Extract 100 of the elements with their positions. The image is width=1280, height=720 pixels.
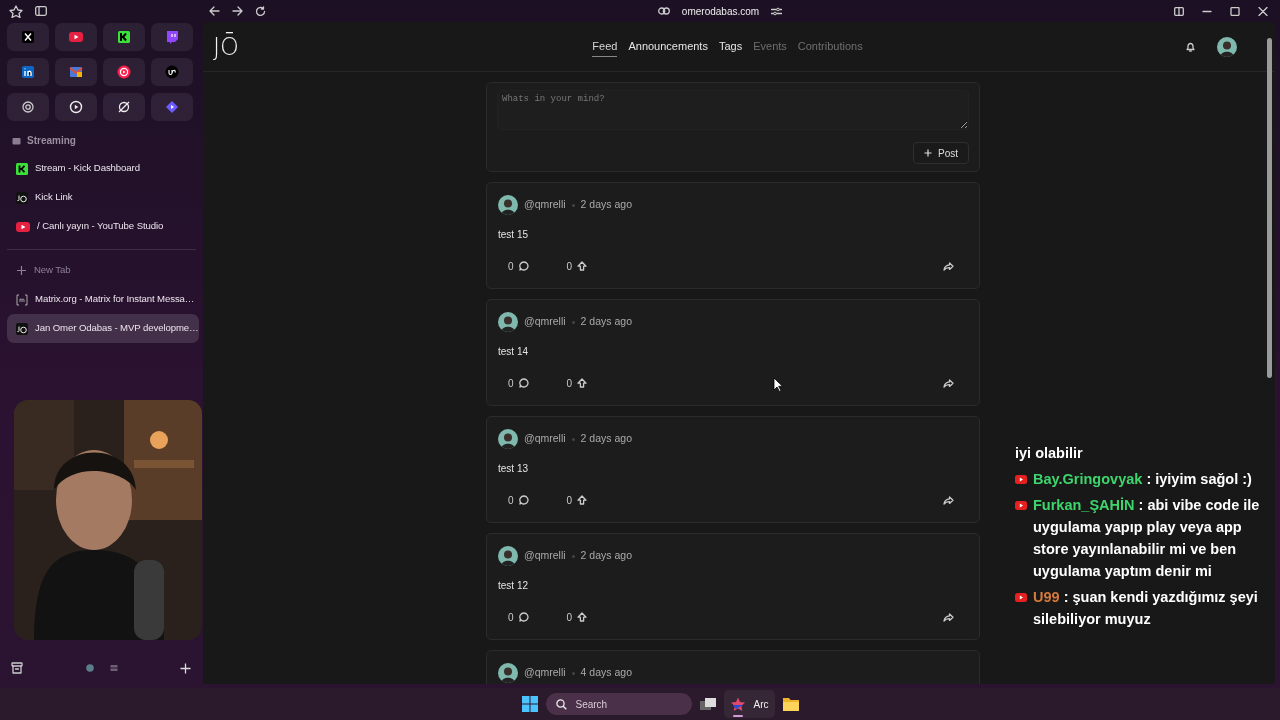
- start-icon[interactable]: [521, 696, 538, 712]
- bell-icon[interactable]: [1186, 41, 1195, 52]
- reload-icon[interactable]: [255, 5, 266, 17]
- archive-icon[interactable]: [11, 662, 23, 674]
- star-icon[interactable]: [9, 4, 23, 18]
- comment-count[interactable]: 0: [508, 609, 529, 625]
- diamond-icon: [165, 100, 179, 114]
- chat-message: Bay.Gringovyak : iyiyim sağol :): [1033, 470, 1253, 489]
- cross-icon: [21, 30, 35, 44]
- folder-icon[interactable]: [782, 697, 799, 711]
- speech-bubble-icon: [518, 378, 529, 388]
- comment-count[interactable]: 0: [508, 492, 529, 508]
- pinned-tab[interactable]: [55, 58, 97, 86]
- post-input[interactable]: Whats in your mind?: [497, 90, 969, 130]
- task-view-icon[interactable]: [699, 697, 716, 711]
- folder-icon: [12, 136, 21, 145]
- username[interactable]: @qmrelli: [524, 197, 566, 213]
- post-text: test 13: [498, 462, 530, 476]
- search-field[interactable]: Search: [545, 693, 692, 715]
- play-icon: [16, 221, 30, 232]
- globe-icon[interactable]: [85, 664, 94, 672]
- search-icon: [555, 698, 567, 710]
- post-time: 2 days ago: [580, 431, 632, 447]
- folder-label: Streaming: [27, 134, 76, 148]
- circle-icon: [165, 65, 179, 79]
- nav-link[interactable]: Feed: [592, 35, 618, 58]
- share-icon[interactable]: [943, 261, 954, 271]
- sidebar-tab[interactable]: Jan Omer Odabas - MVP developme…: [7, 314, 199, 343]
- play-icon: [69, 30, 83, 44]
- post-button[interactable]: Post: [913, 142, 969, 164]
- upvote-count[interactable]: 0: [566, 375, 588, 391]
- avatar[interactable]: [498, 546, 518, 566]
- plus-icon[interactable]: [180, 662, 191, 674]
- square-icon: [21, 65, 35, 79]
- sidebar-toggle-icon[interactable]: [35, 6, 47, 16]
- username[interactable]: @qmrelli: [524, 548, 566, 564]
- avatar[interactable]: [498, 429, 518, 449]
- up-arrow-icon: [577, 495, 588, 505]
- site-logo[interactable]: JŌ: [213, 34, 269, 59]
- username[interactable]: @qmrelli: [524, 314, 566, 330]
- pinned-tab[interactable]: [55, 93, 97, 121]
- share-icon[interactable]: [943, 495, 954, 505]
- sidebar-tab[interactable]: Kick Link: [7, 183, 199, 212]
- maximize-icon[interactable]: [1230, 6, 1240, 16]
- post-text: test 15: [498, 228, 530, 242]
- post-time: 2 days ago: [580, 548, 632, 564]
- new-tab-button[interactable]: New Tab: [7, 256, 199, 285]
- speech-bubble-icon: [518, 495, 529, 505]
- link-icon[interactable]: [657, 7, 670, 15]
- share-icon[interactable]: [943, 378, 954, 388]
- pinned-tab[interactable]: [103, 23, 145, 51]
- post-time: 2 days ago: [580, 314, 632, 330]
- upvote-count[interactable]: 0: [566, 492, 588, 508]
- forward-icon[interactable]: [232, 6, 243, 16]
- comment-count[interactable]: 0: [508, 258, 529, 274]
- upvote-count[interactable]: 0: [566, 258, 588, 274]
- chat-message: Furkan_ŞAHİN : abi vibe code ile uygulama yapıp play veya app store yayınlanabilir mi ve ben uygulama yaptım denir mi: [1033, 496, 1261, 581]
- share-icon[interactable]: [943, 612, 954, 622]
- url-text[interactable]: omerodabas.com: [681, 3, 760, 19]
- comment-count[interactable]: 0: [508, 375, 529, 391]
- square-icon: [117, 30, 131, 44]
- pinned-tab[interactable]: [103, 93, 145, 121]
- avatar[interactable]: [498, 195, 518, 215]
- upvote-count[interactable]: 0: [566, 609, 588, 625]
- slashed-circle-icon: [117, 100, 131, 114]
- avatar[interactable]: [498, 663, 518, 683]
- speech-bubble-icon: [518, 261, 529, 271]
- post-time: 4 days ago: [580, 665, 632, 681]
- play-icon: [1015, 501, 1027, 510]
- nav-link[interactable]: Announcements: [628, 35, 708, 58]
- username[interactable]: @qmrelli: [524, 431, 566, 447]
- play-icon: [1015, 475, 1027, 484]
- ring-icon: [16, 191, 28, 204]
- username[interactable]: @qmrelli: [524, 665, 566, 681]
- chat-message: U99 : şuan kendi yazdığımız şeyi silebiliyor muyuz: [1033, 588, 1259, 629]
- avatar[interactable]: [1217, 36, 1237, 57]
- pinned-tab[interactable]: [7, 23, 49, 51]
- avatar[interactable]: [498, 312, 518, 332]
- play-icon: [1015, 593, 1027, 602]
- speech-bubble-icon: [165, 30, 179, 44]
- star-icon: [729, 696, 746, 712]
- speech-bubble-icon: [518, 612, 529, 622]
- settings-icon[interactable]: [771, 6, 783, 16]
- bracket-icon: [16, 293, 28, 306]
- close-icon[interactable]: [1258, 6, 1268, 16]
- sidebar-tab[interactable]: Matrix.org - Matrix for Instant Messa…: [7, 285, 199, 314]
- split-view-icon[interactable]: [1174, 6, 1184, 16]
- back-icon[interactable]: [209, 6, 220, 16]
- sidebar-tab[interactable]: / Canlı yayın - YouTube Studio: [7, 212, 199, 241]
- up-arrow-icon: [577, 378, 588, 388]
- chat-message: iyi olabilir: [1015, 444, 1084, 463]
- sidebar-tab[interactable]: Stream - Kick Dashboard: [7, 154, 199, 183]
- pinned-tab[interactable]: [103, 58, 145, 86]
- stack-icon[interactable]: [109, 664, 118, 672]
- post-text: test 14: [498, 345, 530, 359]
- pinned-tab[interactable]: [7, 93, 49, 121]
- cursor-icon: [773, 377, 783, 392]
- taskbar-app[interactable]: Arc: [723, 690, 775, 718]
- pinned-tab[interactable]: [7, 58, 49, 86]
- nav-link[interactable]: Tags: [718, 35, 743, 58]
